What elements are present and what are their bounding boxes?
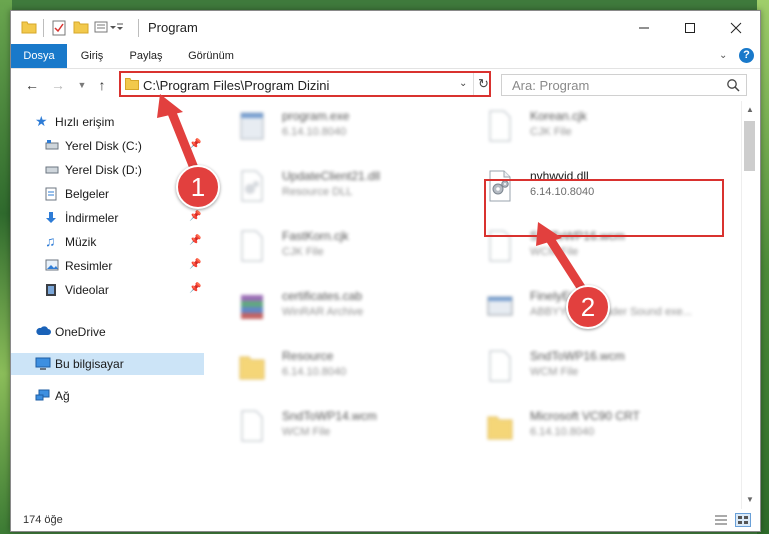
- annotation-arrows: [157, 94, 589, 297]
- step-badge-1: 1: [176, 165, 220, 209]
- step-badge-2: 2: [566, 285, 610, 329]
